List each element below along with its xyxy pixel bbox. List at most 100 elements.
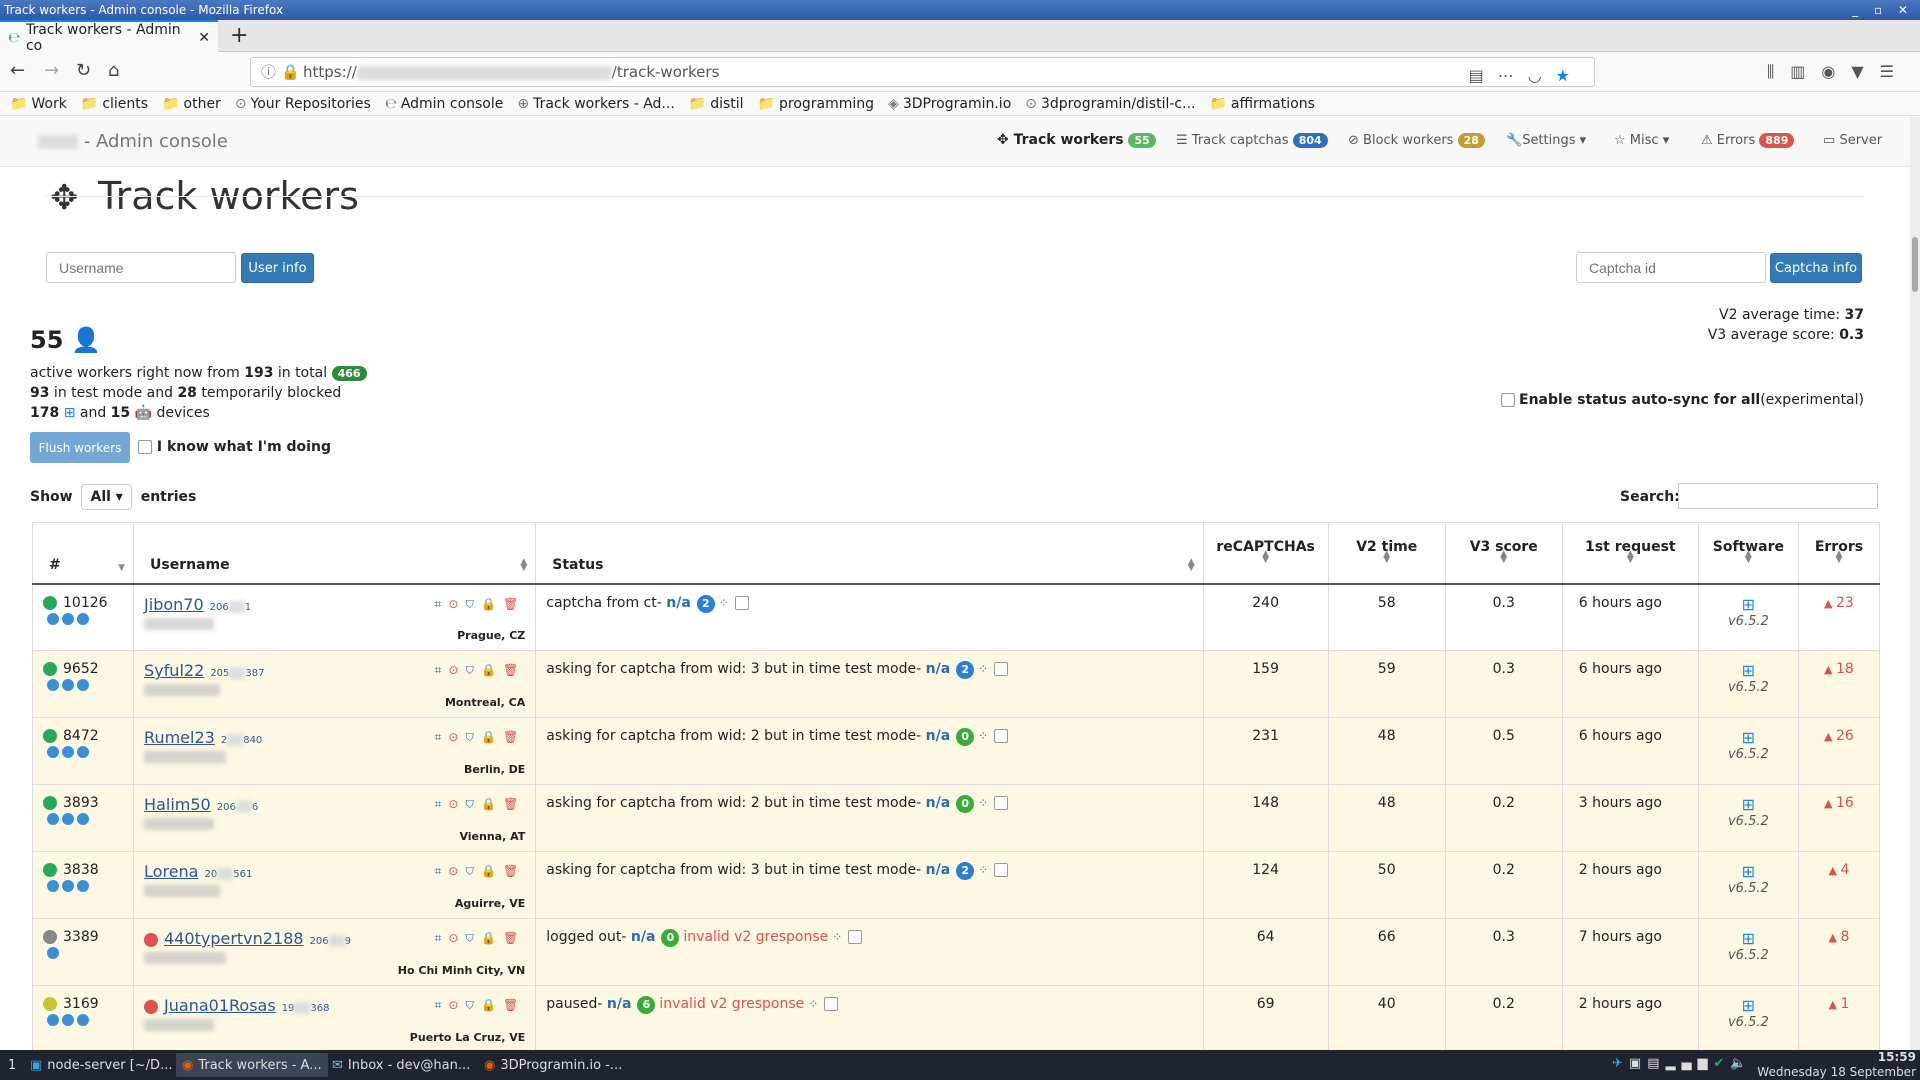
lock-icon[interactable]: 🔒 [481, 730, 503, 744]
crop-icon[interactable]: ⌗ [435, 998, 449, 1012]
shield-icon[interactable]: ⛉ [465, 663, 481, 677]
status-checkbox[interactable] [734, 595, 749, 610]
status-checkbox[interactable] [994, 662, 1009, 676]
shield-icon[interactable]: ⛉ [465, 597, 481, 611]
lock-icon[interactable]: 🔒 [481, 663, 503, 677]
username-link[interactable]: Halim50 [144, 795, 211, 814]
crop-icon[interactable]: ⌗ [435, 663, 449, 677]
taskbar-item[interactable]: ◉ Track workers - A... [176, 1053, 328, 1077]
signal-icon[interactable]: ▂▄▆ [1666, 1056, 1714, 1071]
status-checkbox[interactable] [824, 997, 839, 1011]
clock-icon[interactable]: ⊙ [448, 864, 465, 878]
lock-icon[interactable]: 🔒 [481, 931, 503, 945]
status-checkbox[interactable] [848, 930, 863, 944]
sidebar-icon[interactable]: ▥ [1790, 62, 1821, 81]
taskbar-item[interactable]: ◉ 3DProgramin.io -... [478, 1053, 628, 1077]
column-header-2[interactable]: Status ▲ ▼ [535, 522, 1204, 585]
crop-icon[interactable]: ⌗ [435, 931, 449, 945]
home-icon[interactable]: ⌂ [108, 60, 119, 81]
user-info-button[interactable]: User info [241, 253, 314, 283]
new-tab-icon[interactable]: + [230, 23, 248, 48]
check-icon[interactable]: ✔ [1714, 1056, 1731, 1071]
autosync-checkbox[interactable] [1500, 393, 1515, 407]
nav-server[interactable]: ▭ Server [1823, 133, 1882, 148]
nav-misc[interactable]: ☆ Misc ▾ [1614, 133, 1669, 148]
shield-icon[interactable]: ⛉ [465, 730, 481, 744]
trash-icon[interactable]: 🗑 [503, 864, 525, 878]
sort-icon[interactable]: ▼ [118, 563, 125, 572]
reader-icon[interactable]: ▤ [1469, 66, 1498, 85]
bookmark-item[interactable]: 📁 distil [689, 96, 744, 112]
column-header-1[interactable]: Username ▲ ▼ [133, 522, 537, 585]
reload-icon[interactable]: ↻ [76, 60, 91, 81]
taskbar-item[interactable]: ✉ Inbox - dev@han... [326, 1053, 476, 1077]
know-checkbox[interactable] [138, 440, 152, 454]
table-search-input[interactable] [1678, 483, 1878, 509]
brand[interactable]: - Admin console [38, 131, 228, 152]
trash-icon[interactable]: 🗑 [503, 797, 525, 811]
trash-icon[interactable]: 🗑 [503, 730, 525, 744]
trash-icon[interactable]: 🗑 [503, 998, 525, 1012]
column-header-4[interactable]: V2 time ▲ ▼ [1327, 522, 1446, 585]
nav-track-captchas[interactable]: ☰ Track captchas 804 [1176, 133, 1328, 148]
username-link[interactable]: Juana01Rosas [164, 996, 276, 1015]
bookmark-item[interactable]: 📁 clients [81, 96, 148, 112]
scrollbar-thumb[interactable] [1912, 237, 1918, 292]
username-link[interactable]: Lorena [144, 862, 198, 881]
extension-icon[interactable]: ▼ [1851, 62, 1879, 81]
close-tab-icon[interactable]: ✕ [198, 30, 210, 46]
info-icon[interactable]: ⓘ [261, 58, 276, 86]
lock-icon[interactable]: 🔒 [481, 864, 503, 878]
trash-icon[interactable]: 🗑 [503, 931, 525, 945]
shield-icon[interactable]: ⛉ [465, 931, 481, 945]
window-controls[interactable]: _ ▫ ✕ [1852, 0, 1914, 20]
url-bar[interactable]: ⓘ 🔒 https:// /track-workers ▤⋯◡★ [250, 57, 1595, 87]
errors-cell[interactable]: ▲ 1 [1797, 985, 1881, 1050]
column-header-3[interactable]: reCAPTCHAs ▲ ▼ [1202, 522, 1329, 585]
sort-icon[interactable]: ▲ ▼ [1699, 549, 1798, 564]
sort-icon[interactable]: ▲ ▼ [1188, 557, 1195, 572]
status-checkbox[interactable] [994, 863, 1009, 877]
column-header-6[interactable]: 1st request ▲ ▼ [1561, 522, 1699, 585]
errors-cell[interactable]: ▲ 23 [1797, 583, 1881, 651]
errors-cell[interactable]: ▲ 26 [1797, 717, 1881, 785]
clock-icon[interactable]: ⊙ [448, 663, 465, 677]
captcha-info-button[interactable]: Captcha info [1770, 253, 1862, 283]
bookmark-item[interactable]: ⊙ Your Repositories [235, 96, 371, 112]
column-header-8[interactable]: Errors ▲ ▼ [1797, 522, 1881, 585]
nav-block-workers[interactable]: ⊘ Block workers 28 [1348, 133, 1485, 148]
sort-icon[interactable]: ▲ ▼ [1799, 549, 1879, 564]
column-header-0[interactable]: # ▼ [31, 522, 135, 585]
shield-icon[interactable]: ⛉ [465, 797, 481, 811]
clipboard-icon[interactable]: ▤ [1647, 1056, 1665, 1071]
bookmark-item[interactable]: ℮ Admin console [385, 96, 504, 112]
autosync-option[interactable]: Enable status auto-sync for all(experime… [1500, 392, 1864, 408]
sort-icon[interactable]: ▲ ▼ [1446, 549, 1562, 564]
sort-icon[interactable]: ▲ ▼ [1329, 549, 1445, 564]
menu-icon[interactable]: ☰ [1880, 62, 1910, 81]
bookmark-star-icon[interactable]: ★ [1556, 66, 1584, 85]
bookmark-item[interactable]: 📁 affirmations [1209, 96, 1314, 112]
clock-icon[interactable]: ⊙ [448, 998, 465, 1012]
captcha-id-input[interactable] [1576, 252, 1766, 283]
trash-icon[interactable]: 🗑 [503, 663, 525, 677]
username-link[interactable]: Syful22 [144, 661, 204, 680]
shield-icon[interactable]: ⛉ [465, 998, 481, 1012]
taskbar-item[interactable]: ▣ node-server [~/D... [24, 1053, 178, 1077]
crop-icon[interactable]: ⌗ [435, 797, 449, 811]
shield-icon[interactable]: ⛉ [465, 864, 481, 878]
system-tray[interactable]: ✈▣▤▂▄▆✔🔈 [1612, 1056, 1753, 1071]
clock-icon[interactable]: ⊙ [448, 797, 465, 811]
telegram-icon[interactable]: ✈ [1612, 1056, 1629, 1071]
forward-icon[interactable]: → [44, 60, 59, 81]
url-actions[interactable]: ▤⋯◡★ [1469, 62, 1584, 90]
flush-workers-button[interactable]: Flush workers [30, 432, 130, 463]
account-icon[interactable]: ◉ [1821, 62, 1851, 81]
bookmark-item[interactable]: ⊕ Track workers - Ad... [517, 96, 674, 112]
status-checkbox[interactable] [994, 796, 1009, 810]
username-link[interactable]: Jibon70 [144, 595, 204, 614]
back-icon[interactable]: ← [10, 60, 25, 81]
trash-icon[interactable]: 🗑 [503, 597, 525, 611]
lock-icon[interactable]: 🔒 [481, 797, 503, 811]
nav-errors[interactable]: ⚠ Errors 889 [1701, 133, 1795, 148]
